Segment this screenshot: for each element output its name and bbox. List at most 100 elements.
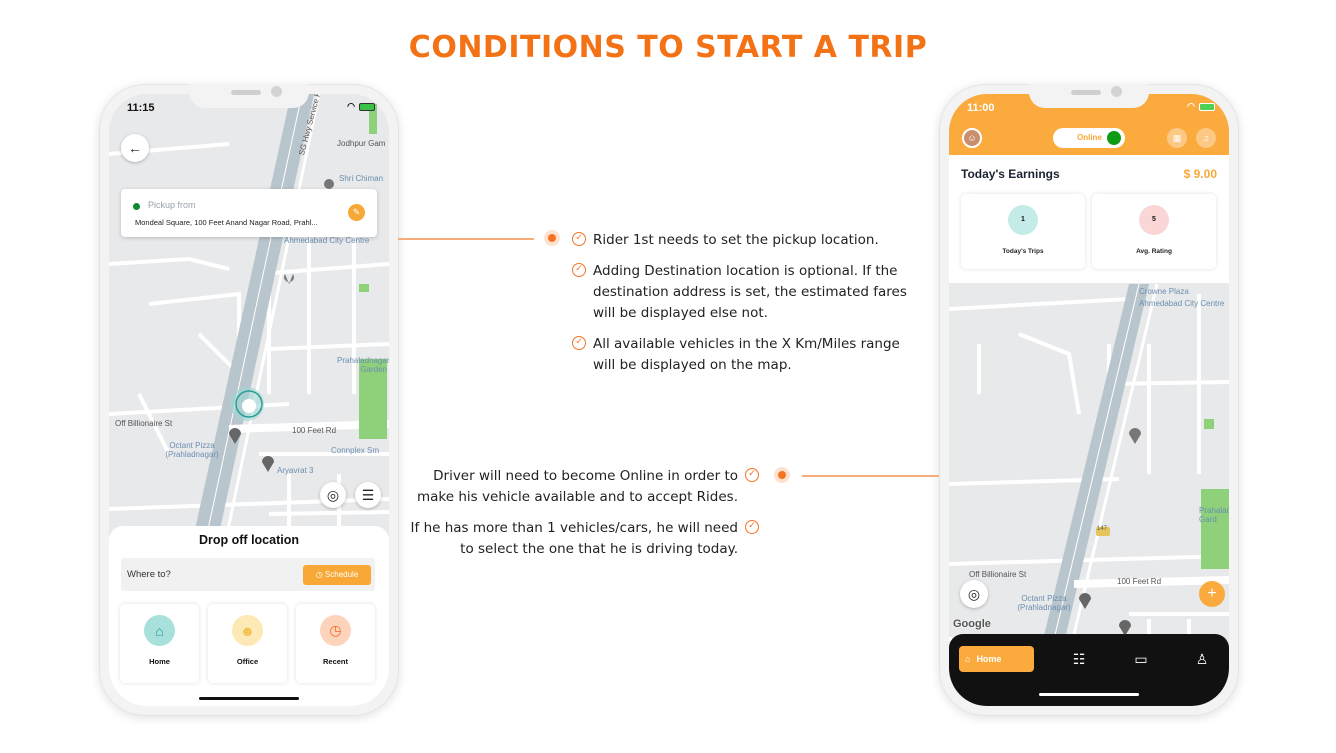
page-title: CONDITIONS TO START A TRIP [408, 30, 928, 65]
favorite-home[interactable]: ⌂ Home [120, 604, 199, 683]
rider-screen: SG Hwy Service Rd Jodhpur Gam Shri Chima… [109, 94, 389, 706]
notifications-button[interactable]: ♫ [1196, 128, 1216, 148]
check-circle-icon: ✓ [572, 263, 586, 277]
camera [1111, 86, 1122, 97]
trips-list-icon: ☷ [1072, 651, 1086, 667]
google-logo: Google [953, 618, 991, 630]
check-circle-icon: ✓ [572, 336, 586, 350]
status-icons: ◠ [1187, 101, 1215, 112]
online-label: Online [1077, 133, 1102, 142]
map-label-prahlad-garden: Prahaladnagar Garden [337, 356, 389, 374]
favorite-office[interactable]: ☻ Office [208, 604, 287, 683]
drop-off-sheet: Drop off location Where to? ◷ Schedule ⌂… [109, 526, 389, 706]
check-circle-icon: ✓ [745, 468, 759, 482]
speaker [1071, 90, 1101, 95]
back-button[interactable]: ← [121, 134, 149, 162]
map-label-octant: Octant Pizza (Prahladnagar) [1017, 594, 1071, 612]
home-icon: ⌂ [965, 654, 971, 664]
rider-condition: ✓ Rider 1st needs to set the pickup loca… [572, 230, 913, 251]
office-icon: ☻ [232, 615, 263, 646]
sliders-icon: ☰ [361, 486, 375, 503]
rider-condition: ✓ All available vehicles in the X Km/Mil… [572, 334, 913, 376]
driver-condition-text: Driver will need to become Online in ord… [416, 468, 738, 505]
stat-value: 5 [1139, 205, 1169, 235]
nav-home[interactable]: ⌂ Home [959, 646, 1034, 672]
schedule-label: Schedule [324, 570, 359, 579]
map-label-connplex: Connplex Sm [331, 446, 380, 455]
edit-pencil-icon[interactable]: ✎ [348, 204, 365, 221]
bell-icon: ♫ [1202, 133, 1210, 143]
battery-icon [359, 102, 375, 111]
crosshair-icon: ◎ [326, 486, 340, 503]
wifi-icon: ◠ [1187, 101, 1195, 111]
map-label-feet-rd: 100 Feet Rd [1117, 577, 1162, 586]
driver-phone: Crowne Plaza Ahmedabad City Centre Praha… [939, 84, 1239, 716]
driver-screen: Crowne Plaza Ahmedabad City Centre Praha… [949, 94, 1229, 706]
map-label-hwy-147: 147 [1097, 526, 1108, 532]
favorite-label: Home [149, 657, 170, 666]
filter-button[interactable]: ☰ [355, 482, 381, 508]
stat-todays-trips[interactable]: 1 Today's Trips [961, 194, 1085, 269]
arrow-left-icon: ← [128, 140, 142, 156]
nav-home-label: Home [976, 654, 1002, 664]
crosshair-icon: ◎ [967, 585, 981, 602]
map-label-jodhpur: Jodhpur Gam [337, 139, 386, 148]
recent-icon: ◷ [320, 615, 351, 646]
wallet-icon: ▭ [1134, 651, 1148, 667]
destination-input[interactable]: Where to? ◷ Schedule [121, 558, 375, 591]
phone-notch [189, 84, 309, 108]
destination-placeholder: Where to? [127, 569, 171, 580]
earnings-title: Today's Earnings [961, 167, 1060, 181]
phone-notch [1029, 84, 1149, 108]
camera [271, 86, 282, 97]
map-label-crowne: Crowne Plaza [1139, 287, 1189, 296]
plus-icon: + [1207, 585, 1217, 602]
check-circle-icon: ✓ [745, 520, 759, 534]
stat-label: Today's Trips [1002, 248, 1044, 255]
driver-condition: ✓ Driver will need to become Online in o… [410, 466, 759, 508]
status-time: 11:15 [127, 102, 155, 114]
favorite-label: Recent [322, 657, 348, 666]
nav-profile[interactable]: ♙ [1191, 648, 1213, 670]
stat-label: Avg. Rating [1136, 248, 1172, 255]
map-label-feet-rd: 100 Feet Rd [292, 426, 337, 435]
driver-avatar[interactable]: ☺ [962, 128, 982, 148]
calendar-button[interactable]: ▦ [1167, 128, 1187, 148]
profile-icon: ♙ [1195, 651, 1209, 667]
rider-connector-line [398, 238, 534, 240]
rider-connector-dot [544, 230, 560, 246]
schedule-button[interactable]: ◷ Schedule [303, 565, 371, 585]
pickup-card[interactable]: Pickup from Mondeal Square, 100 Feet Ana… [121, 189, 377, 237]
driver-condition: ✓ If he has more than 1 vehicles/cars, h… [405, 518, 759, 560]
status-time: 11:00 [967, 102, 995, 114]
wifi-icon: ◠ [347, 101, 355, 111]
clock-icon: ◷ [315, 570, 325, 579]
toggle-knob [1107, 131, 1121, 145]
pickup-label: Pickup from [148, 200, 196, 210]
online-toggle[interactable]: Online [1053, 128, 1125, 148]
driver-connector-line [802, 475, 939, 477]
map-label-billionaire: Off Billionaire St [969, 570, 1027, 579]
rider-condition-text: Adding Destination location is optional.… [593, 263, 907, 321]
nav-wallet[interactable]: ▭ [1130, 648, 1152, 670]
map-label-octant: Octant Pizza (Prahladnagar) [165, 441, 219, 459]
map-label-city-centre: Ahmedabad City Centre [284, 236, 370, 245]
map-label-shri: Shri Chiman [339, 174, 384, 183]
rider-condition: ✓ Adding Destination location is optiona… [572, 261, 913, 324]
stat-avg-rating[interactable]: 5 Avg. Rating [1092, 194, 1216, 269]
locate-me-button[interactable]: ◎ [960, 580, 988, 608]
locate-me-button[interactable]: ◎ [320, 482, 346, 508]
drop-off-title: Drop off location [199, 533, 299, 547]
driver-condition-text: If he has more than 1 vehicles/cars, he … [410, 520, 738, 557]
pickup-dot-icon [133, 203, 140, 210]
earnings-value: $ 9.00 [1183, 167, 1217, 181]
add-button[interactable]: + [1199, 581, 1225, 607]
check-circle-icon: ✓ [572, 232, 586, 246]
home-indicator [199, 697, 299, 700]
battery-icon [1199, 102, 1215, 111]
map-label-city-centre: Ahmedabad City Centre [1139, 299, 1225, 308]
speaker [231, 90, 261, 95]
nav-trips[interactable]: ☷ [1068, 648, 1090, 670]
favorite-recent[interactable]: ◷ Recent [296, 604, 375, 683]
rider-condition-text: Rider 1st needs to set the pickup locati… [593, 232, 879, 248]
